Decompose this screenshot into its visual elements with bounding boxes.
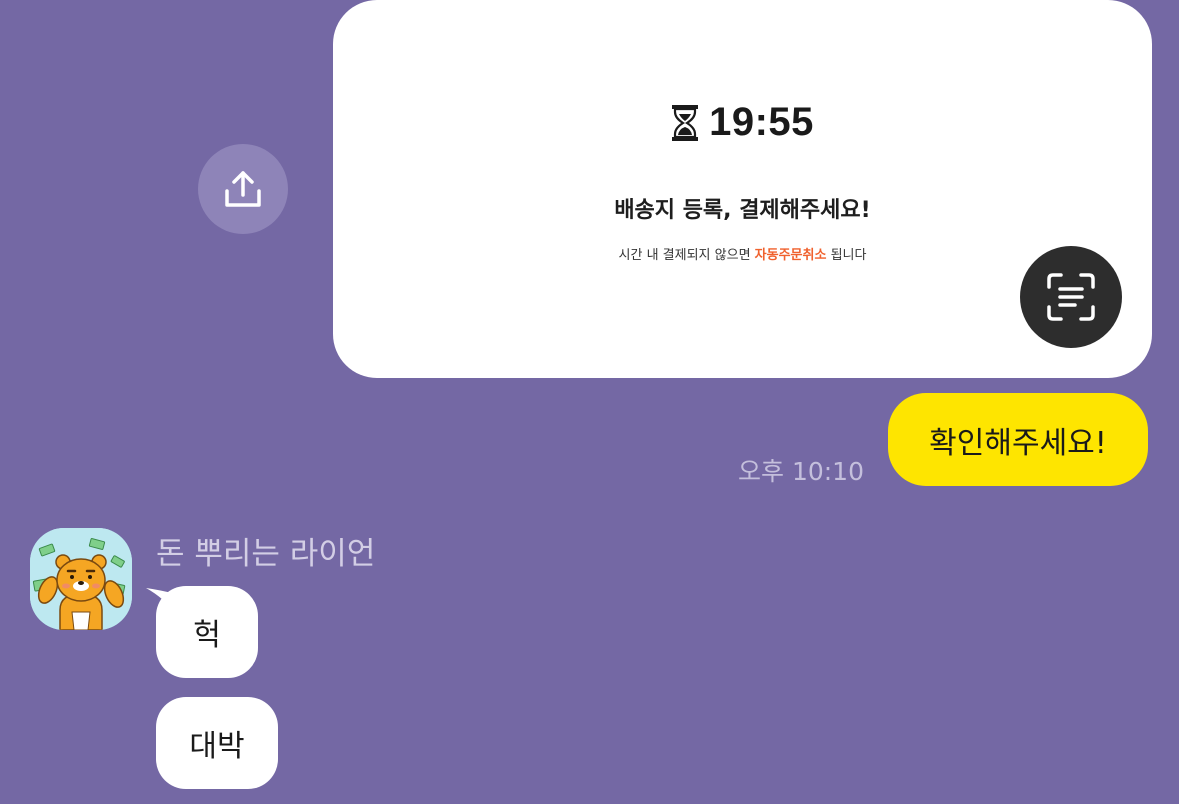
hourglass-icon [672, 104, 699, 141]
avatar[interactable] [30, 528, 132, 630]
ryan-character-avatar [30, 528, 132, 630]
sender-name: 돈 뿌리는 라이언 [156, 536, 376, 572]
card-note-prefix: 시간 내 결제되지 않으면 [618, 248, 755, 263]
timer-row: 19:55 [333, 100, 1152, 145]
card-note-highlight: 자동주문취소 [754, 248, 827, 263]
message-timestamp: 오후 10:10 [738, 457, 864, 486]
card-title: 배송지 등록, 결제해주세요! [614, 198, 871, 223]
friend-message-bubble[interactable]: 헉 [156, 586, 258, 678]
text-scan-button[interactable] [1020, 246, 1122, 348]
text-scan-icon [1047, 273, 1095, 321]
friend-message-bubble[interactable]: 대박 [156, 697, 278, 789]
card-note-suffix: 됩니다 [826, 248, 867, 263]
share-upload-icon [225, 171, 261, 207]
share-button[interactable] [198, 144, 288, 234]
my-message-bubble[interactable]: 확인해주세요! [888, 393, 1148, 486]
countdown-timer: 19:55 [709, 100, 814, 144]
card-note: 시간 내 결제되지 않으면 자동주문취소 됩니다 [333, 244, 1152, 263]
